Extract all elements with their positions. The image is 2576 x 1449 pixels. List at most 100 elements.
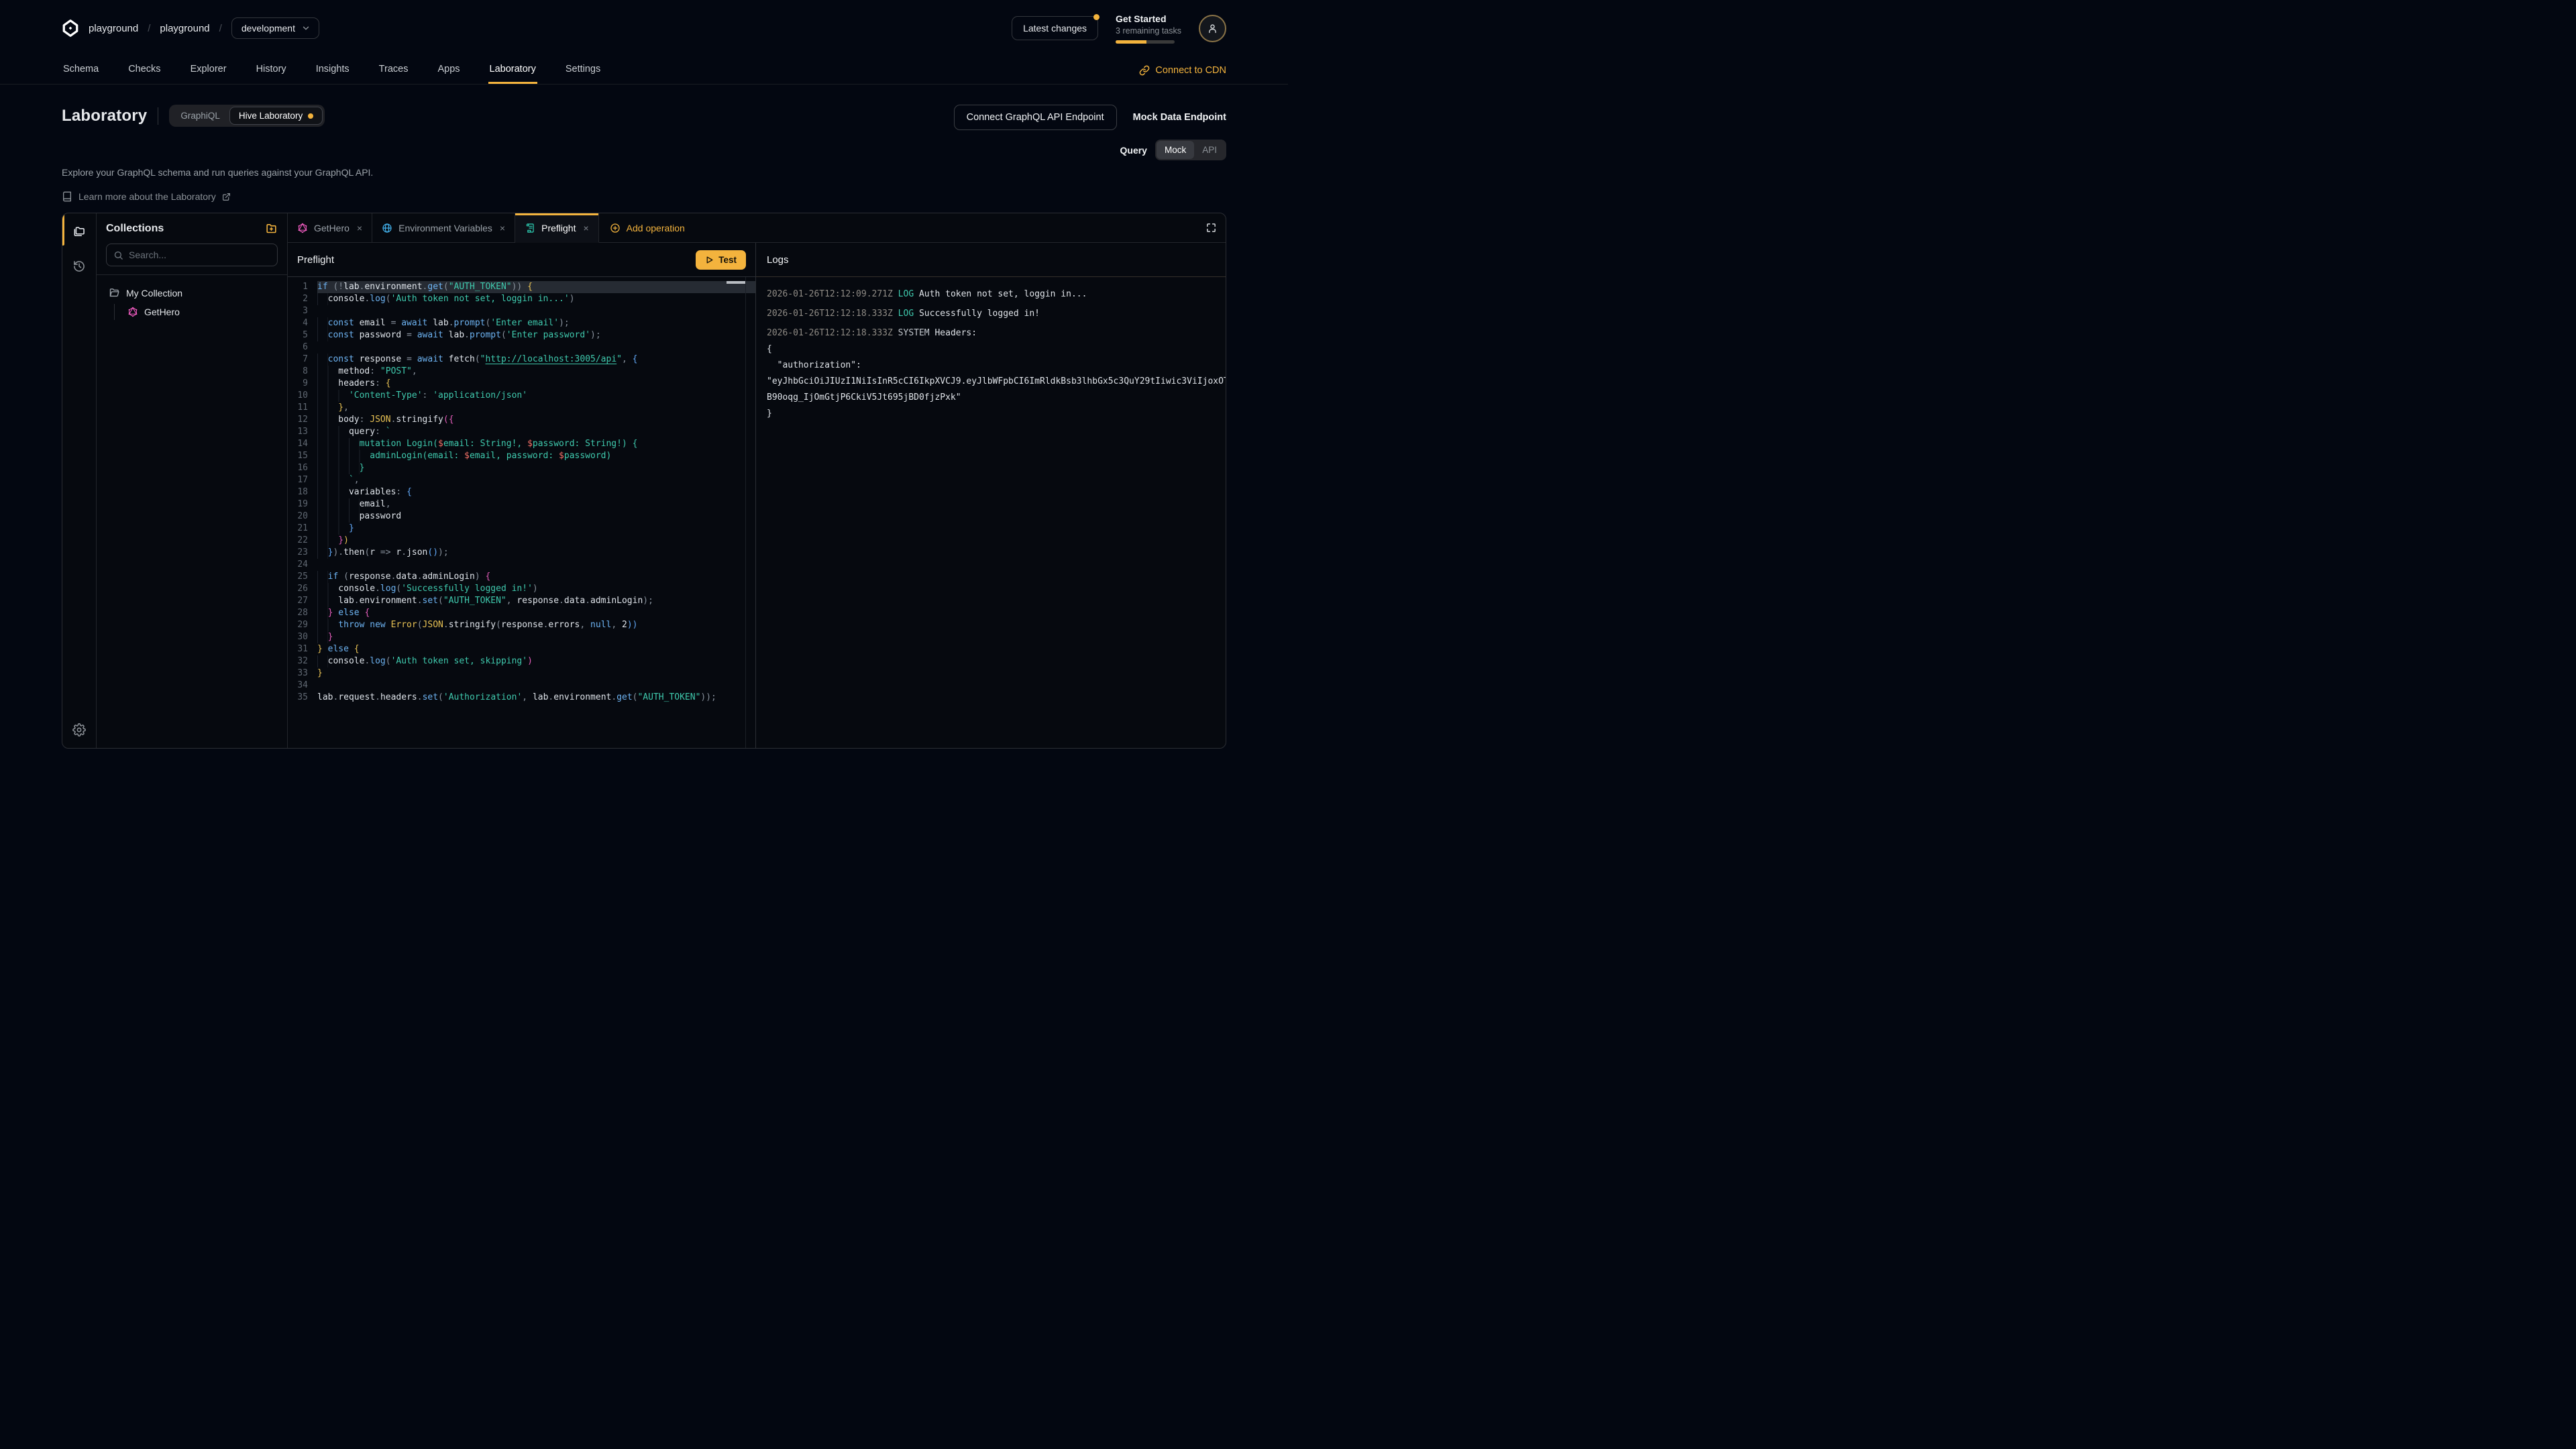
add-collection-icon[interactable] — [265, 222, 278, 235]
notification-dot — [1093, 14, 1099, 20]
breadcrumb-project[interactable]: playground — [160, 23, 209, 34]
breadcrumb-org[interactable]: playground — [89, 23, 138, 34]
code-line-4[interactable]: 4const email = await lab.prompt('Enter e… — [288, 317, 755, 329]
collection-folder-my-collection[interactable]: My Collection — [103, 283, 280, 303]
collections-search[interactable] — [106, 244, 278, 266]
collection-operation-label: GetHero — [144, 307, 180, 317]
book-icon — [62, 191, 72, 202]
learn-more-link[interactable]: Learn more about the Laboratory — [62, 191, 1226, 202]
code-line-11[interactable]: 11}, — [288, 402, 755, 414]
code-line-26[interactable]: 26console.log('Successfully logged in!') — [288, 583, 755, 595]
close-tab-icon[interactable]: × — [500, 223, 505, 233]
mode-option-graphiql[interactable]: GraphiQL — [171, 107, 229, 125]
tab-environment-variables[interactable]: Environment Variables× — [372, 213, 515, 242]
ide-mode-toggle: GraphiQL Hive Laboratory — [169, 105, 325, 127]
tab-label: Preflight — [541, 223, 576, 233]
code-line-2[interactable]: 2console.log('Auth token not set, loggin… — [288, 293, 755, 305]
code-line-15[interactable]: 15adminLogin(email: $email, password: $p… — [288, 450, 755, 462]
nav-item-history[interactable]: History — [255, 56, 288, 84]
code-line-9[interactable]: 9headers: { — [288, 378, 755, 390]
collections-rail-button[interactable] — [69, 221, 89, 241]
code-line-14[interactable]: 14mutation Login($email: String!, $passw… — [288, 438, 755, 450]
latest-changes-button[interactable]: Latest changes — [1012, 16, 1098, 40]
add-operation-button[interactable]: Add operation — [599, 213, 696, 242]
logs-title: Logs — [767, 254, 789, 266]
fullscreen-button[interactable] — [1196, 213, 1226, 242]
chevron-down-icon — [301, 23, 311, 33]
code-line-27[interactable]: 27lab.environment.set("AUTH_TOKEN", resp… — [288, 595, 755, 607]
code-line-34[interactable]: 34 — [288, 680, 755, 692]
code-line-35[interactable]: 35lab.request.headers.set('Authorization… — [288, 692, 755, 704]
latest-changes-label: Latest changes — [1023, 23, 1087, 34]
line-number: 20 — [288, 511, 317, 523]
search-input[interactable] — [129, 250, 270, 260]
preflight-editor-pane: Preflight Test 1if (!lab.environment.get… — [288, 243, 755, 748]
code-line-28[interactable]: 28} else { — [288, 607, 755, 619]
nav-item-schema[interactable]: Schema — [62, 56, 100, 84]
code-line-3[interactable]: 3 — [288, 305, 755, 317]
code-line-8[interactable]: 8method: "POST", — [288, 366, 755, 378]
page-title: Laboratory — [62, 107, 147, 125]
code-line-32[interactable]: 32console.log('Auth token set, skipping'… — [288, 655, 755, 667]
code-line-5[interactable]: 5const password = await lab.prompt('Ente… — [288, 329, 755, 341]
code-editor[interactable]: 1if (!lab.environment.get("AUTH_TOKEN"))… — [288, 277, 755, 748]
code-line-24[interactable]: 24 — [288, 559, 755, 571]
code-line-18[interactable]: 18variables: { — [288, 486, 755, 498]
line-number: 10 — [288, 390, 317, 402]
code-line-30[interactable]: 30} — [288, 631, 755, 643]
code-line-29[interactable]: 29throw new Error(JSON.stringify(respons… — [288, 619, 755, 631]
settings-rail-button[interactable] — [69, 720, 89, 740]
logs-output[interactable]: 2026-01-26T12:12:09.271Z LOG Auth token … — [756, 277, 1226, 748]
close-tab-icon[interactable]: × — [357, 223, 362, 233]
get-started-widget[interactable]: Get Started 3 remaining tasks — [1116, 13, 1181, 44]
hive-logo-icon[interactable] — [62, 19, 79, 37]
code-line-content — [317, 305, 755, 317]
connect-cdn-link[interactable]: Connect to CDN — [1139, 56, 1226, 84]
nav-item-settings[interactable]: Settings — [564, 56, 602, 84]
code-line-content: lab.request.headers.set('Authorization',… — [317, 692, 755, 704]
code-line-10[interactable]: 10'Content-Type': 'application/json' — [288, 390, 755, 402]
user-avatar[interactable] — [1199, 15, 1226, 42]
code-line-17[interactable]: 17`, — [288, 474, 755, 486]
collection-operation-gethero[interactable]: GetHero — [122, 303, 280, 321]
code-line-1[interactable]: 1if (!lab.environment.get("AUTH_TOKEN"))… — [288, 281, 755, 293]
nav-item-laboratory[interactable]: Laboratory — [488, 56, 537, 84]
history-rail-button[interactable] — [69, 256, 89, 276]
nav-item-apps[interactable]: Apps — [436, 56, 461, 84]
endpoint-option-api[interactable]: API — [1194, 141, 1225, 159]
code-line-25[interactable]: 25if (response.data.adminLogin) { — [288, 571, 755, 583]
code-line-19[interactable]: 19email, — [288, 498, 755, 511]
nav-item-traces[interactable]: Traces — [378, 56, 410, 84]
nav-item-checks[interactable]: Checks — [127, 56, 162, 84]
code-line-16[interactable]: 16} — [288, 462, 755, 474]
test-button[interactable]: Test — [696, 250, 746, 270]
code-line-31[interactable]: 31} else { — [288, 643, 755, 655]
gear-icon — [72, 723, 86, 737]
code-line-6[interactable]: 6 — [288, 341, 755, 354]
code-line-33[interactable]: 33} — [288, 667, 755, 680]
mode-option-hive-laboratory[interactable]: Hive Laboratory — [229, 107, 323, 125]
target-selector[interactable]: development — [231, 17, 319, 39]
code-line-20[interactable]: 20password — [288, 511, 755, 523]
connect-endpoint-button[interactable]: Connect GraphQL API Endpoint — [954, 105, 1117, 130]
nav-item-explorer[interactable]: Explorer — [189, 56, 228, 84]
nav-item-insights[interactable]: Insights — [315, 56, 351, 84]
line-number: 32 — [288, 655, 317, 667]
tab-preflight[interactable]: Preflight × — [515, 213, 599, 243]
tab-gethero[interactable]: GetHero× — [288, 213, 372, 242]
endpoint-option-mock[interactable]: Mock — [1157, 141, 1194, 159]
code-line-content: method: "POST", — [317, 366, 755, 378]
line-number: 31 — [288, 643, 317, 655]
close-tab-icon[interactable]: × — [583, 223, 588, 233]
code-line-7[interactable]: 7const response = await fetch("http://lo… — [288, 354, 755, 366]
code-line-content: adminLogin(email: $email, password: $pas… — [317, 450, 755, 462]
breadcrumb-separator: / — [219, 23, 222, 34]
code-line-22[interactable]: 22}) — [288, 535, 755, 547]
line-number: 4 — [288, 317, 317, 329]
code-line-13[interactable]: 13query: ` — [288, 426, 755, 438]
code-line-23[interactable]: 23}).then(r => r.json()); — [288, 547, 755, 559]
collections-panel: Collections My Collection — [97, 213, 288, 748]
code-line-12[interactable]: 12body: JSON.stringify({ — [288, 414, 755, 426]
code-line-21[interactable]: 21} — [288, 523, 755, 535]
code-line-content: 'Content-Type': 'application/json' — [317, 390, 755, 402]
